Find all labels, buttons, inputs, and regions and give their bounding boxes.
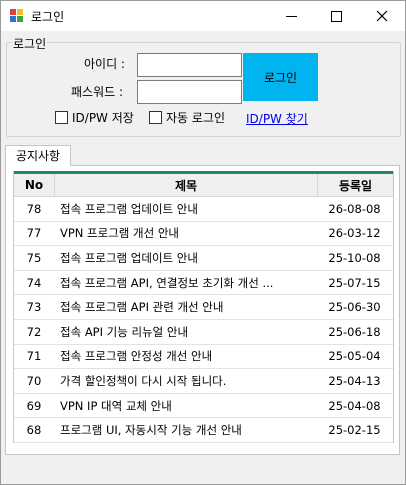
cell-date: 25-02-15 [328, 423, 381, 438]
cell-date: 25-10-08 [328, 250, 381, 265]
cell-no: 72 [26, 324, 42, 339]
tab-notice[interactable]: 공지사항 [5, 145, 71, 166]
grid-header: No 제목 등록일 [14, 174, 393, 197]
table-row[interactable]: 74 접속 프로그램 API, 연결정보 초기화 개선 ... 25-07-15 [14, 271, 393, 296]
cell-date: 25-04-13 [328, 373, 381, 388]
cell-date: 25-06-30 [328, 300, 381, 315]
password-label: 패스워드 : [71, 85, 124, 99]
cell-no: 68 [26, 423, 42, 438]
table-row[interactable]: 78 접속 프로그램 업데이트 안내 26-08-08 [14, 197, 393, 222]
close-button[interactable] [360, 1, 405, 31]
save-idpw-label[interactable]: ID/PW 저장 [72, 109, 134, 126]
maximize-button[interactable] [314, 1, 359, 31]
table-row[interactable]: 72 접속 API 기능 리뉴얼 안내 25-06-18 [14, 320, 393, 345]
minimize-button[interactable] [269, 1, 314, 31]
cell-title: 접속 프로그램 API 관련 개선 안내 [60, 300, 224, 315]
table-row[interactable]: 75 접속 프로그램 업데이트 안내 25-10-08 [14, 246, 393, 271]
cell-no: 70 [26, 373, 42, 388]
save-idpw-checkbox[interactable] [55, 111, 68, 124]
cell-title: 가격 할인정책이 다시 시작 됩니다. [60, 373, 227, 388]
cell-title: 접속 프로그램 업데이트 안내 [60, 250, 198, 265]
cell-no: 73 [26, 300, 42, 315]
cell-title: 접속 프로그램 안정성 개선 안내 [60, 349, 213, 364]
table-row[interactable]: 77 VPN 프로그램 개선 안내 26-03-12 [14, 222, 393, 247]
notice-grid: No 제목 등록일 78 접속 프로그램 업데이트 안내 26-08-08 77… [13, 171, 394, 443]
login-group-title: 로그인 [12, 35, 48, 52]
cell-date: 26-08-08 [328, 201, 381, 216]
cell-no: 75 [26, 250, 42, 265]
cell-no: 74 [26, 275, 42, 290]
auto-login-label[interactable]: 자동 로그인 [166, 109, 225, 126]
title-bar[interactable]: 로그인 [1, 1, 405, 31]
cell-title: VPN IP 대역 교체 안내 [60, 398, 172, 413]
auto-login-checkbox[interactable] [149, 111, 162, 124]
cell-date: 25-07-15 [328, 275, 381, 290]
cell-title: 접속 프로그램 업데이트 안내 [60, 201, 198, 216]
maximize-icon [331, 11, 342, 22]
app-icon [10, 9, 24, 23]
id-input[interactable] [137, 53, 242, 77]
id-label: 아이디 : [84, 57, 125, 71]
column-header-date[interactable]: 등록일 [318, 174, 393, 196]
window-title: 로그인 [31, 10, 65, 24]
cell-date: 25-05-04 [328, 349, 381, 364]
table-row[interactable]: 69 VPN IP 대역 교체 안내 25-04-08 [14, 394, 393, 419]
cell-no: 71 [26, 349, 42, 364]
cell-date: 25-04-08 [328, 398, 381, 413]
table-row[interactable]: 71 접속 프로그램 안정성 개선 안내 25-05-04 [14, 345, 393, 370]
cell-title: 프로그램 UI, 자동시작 기능 개선 안내 [60, 423, 242, 438]
cell-date: 26-03-12 [328, 226, 381, 241]
table-row[interactable]: 70 가격 할인정책이 다시 시작 됩니다. 25-04-13 [14, 369, 393, 394]
cell-title: VPN 프로그램 개선 안내 [60, 226, 180, 241]
close-icon [376, 10, 388, 22]
column-header-no[interactable]: No [14, 174, 55, 196]
password-input[interactable] [137, 80, 242, 104]
cell-no: 77 [26, 226, 42, 241]
cell-no: 78 [26, 201, 42, 216]
minimize-icon [286, 16, 297, 17]
cell-date: 25-06-18 [328, 324, 381, 339]
table-row[interactable]: 73 접속 프로그램 API 관련 개선 안내 25-06-30 [14, 295, 393, 320]
cell-title: 접속 프로그램 API, 연결정보 초기화 개선 ... [60, 275, 274, 290]
cell-no: 69 [26, 398, 42, 413]
cell-title: 접속 API 기능 리뉴얼 안내 [60, 324, 189, 339]
find-idpw-link[interactable]: ID/PW 찾기 [246, 110, 308, 127]
login-button[interactable]: 로그인 [243, 53, 318, 101]
table-row[interactable]: 68 프로그램 UI, 자동시작 기능 개선 안내 25-02-15 [14, 418, 393, 443]
column-header-title[interactable]: 제목 [55, 174, 318, 196]
